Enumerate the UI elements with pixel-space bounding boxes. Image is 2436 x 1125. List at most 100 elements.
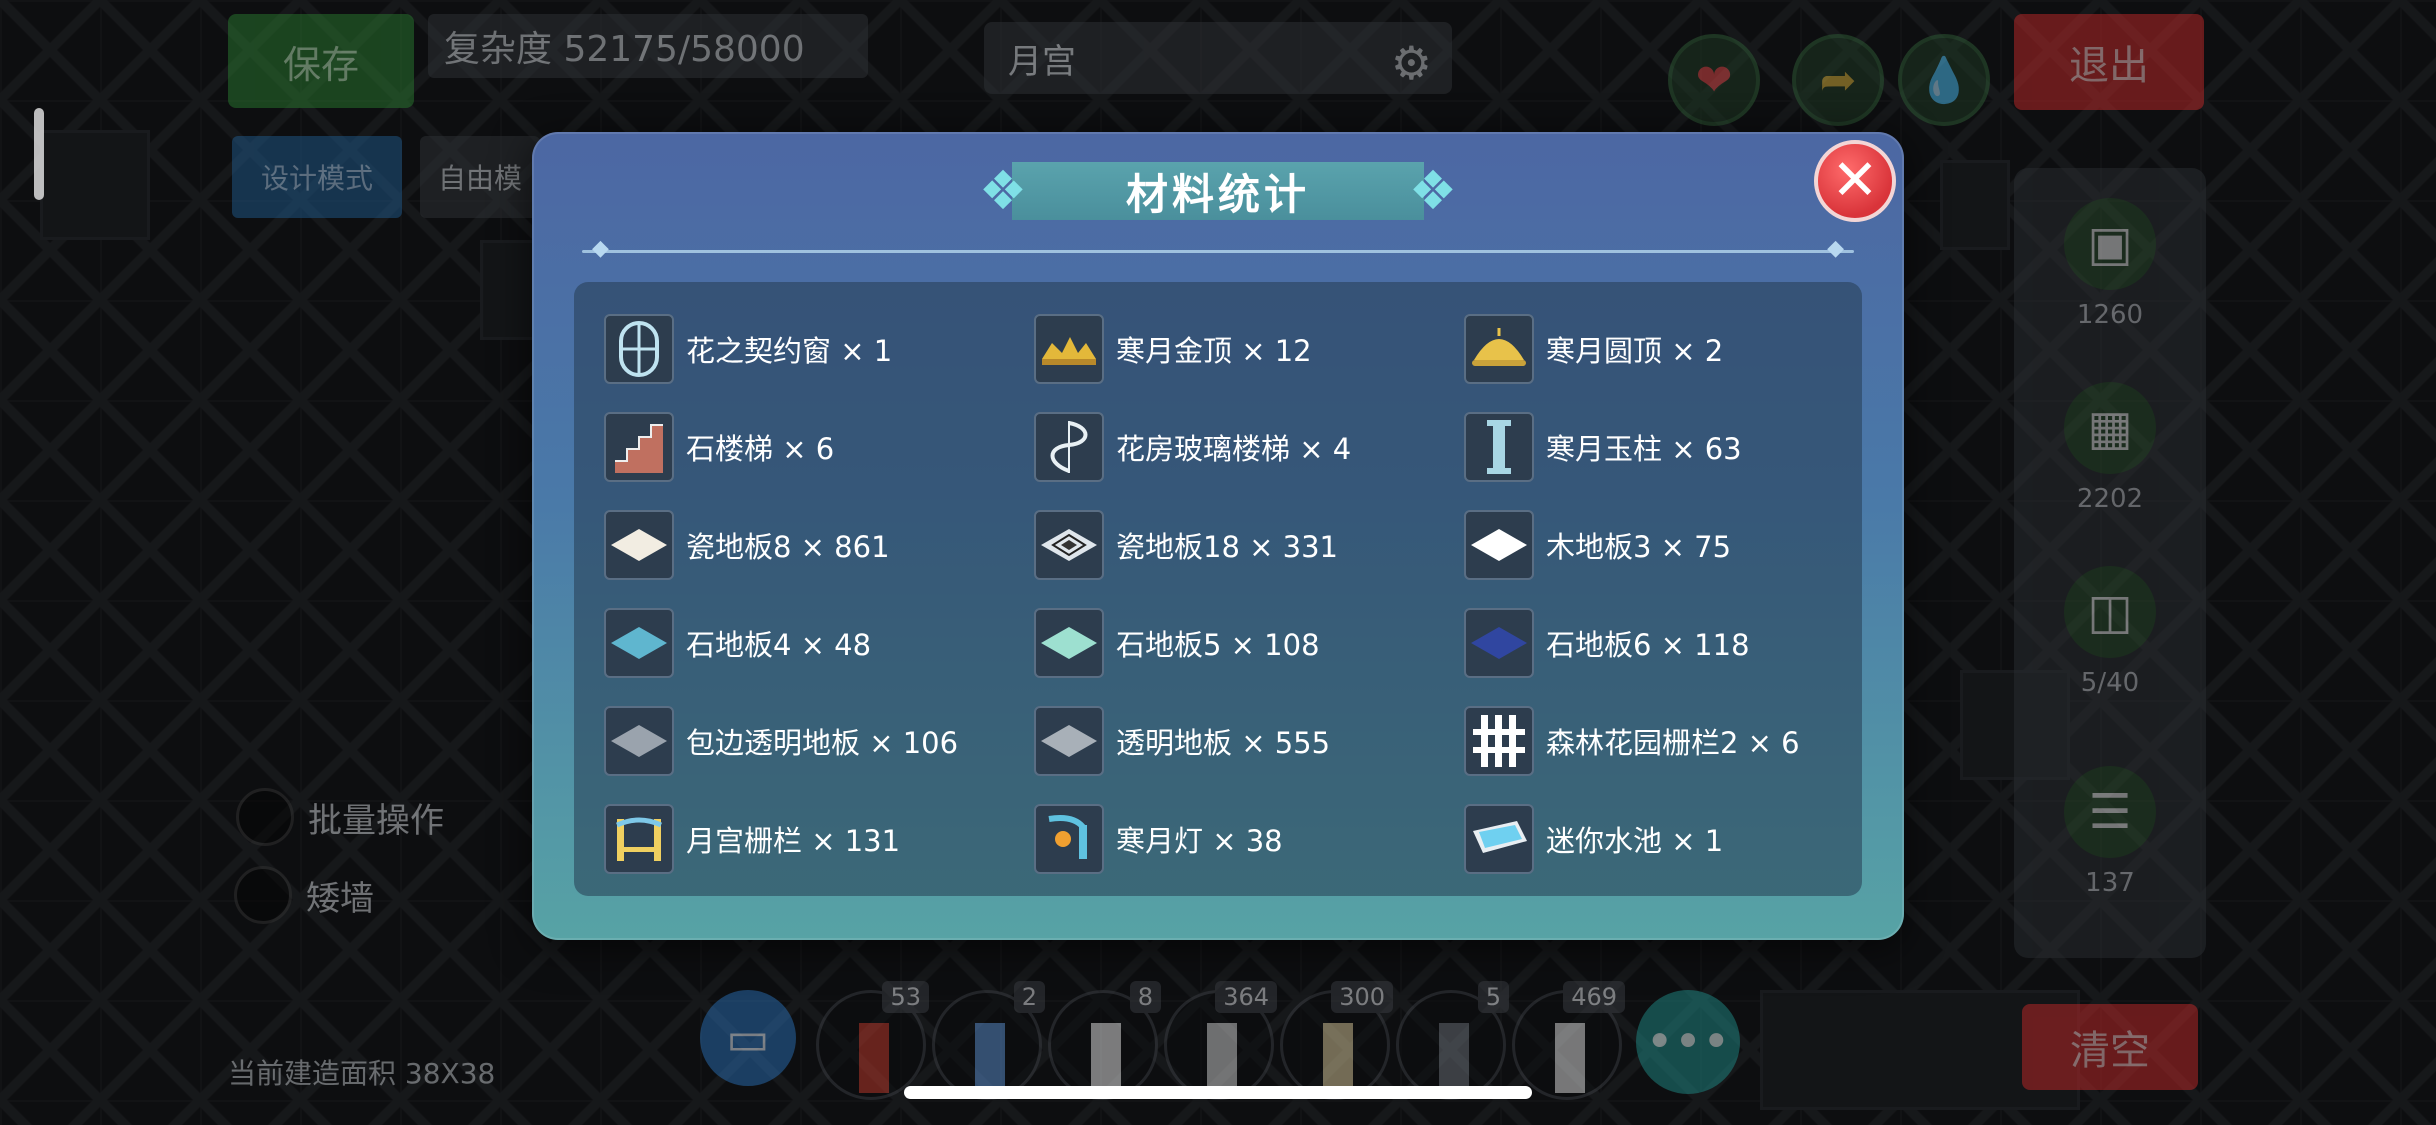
gold-roof-icon: [1034, 314, 1104, 384]
clear-button[interactable]: 清空: [2022, 1004, 2198, 1090]
material-item: 石楼梯 × 6: [604, 398, 1034, 496]
item-toolbar: ▭ 53 2 8 364 300 5 469 •••: [700, 980, 1750, 1120]
material-item: 寒月灯 × 38: [1034, 790, 1464, 888]
eraser-button[interactable]: ▭: [700, 990, 796, 1086]
slot-count: 469: [1563, 981, 1625, 1013]
close-icon: ✕: [1831, 148, 1879, 213]
material-item: 花之契约窗 × 1: [604, 300, 1034, 398]
material-item: 瓷地板18 × 331: [1034, 496, 1464, 594]
material-label: 石地板4 × 48: [686, 628, 872, 662]
category-door[interactable]: ◫ 5/40: [2014, 566, 2206, 698]
pattern-floor-icon: [1034, 510, 1104, 580]
glass-floor-icon: [1034, 706, 1104, 776]
toolbar-slot[interactable]: 300: [1280, 981, 1393, 1100]
material-item: 花房玻璃楼梯 × 4: [1034, 398, 1464, 496]
share-button[interactable]: ➦: [1792, 34, 1884, 126]
material-item: 透明地板 × 555: [1034, 692, 1464, 790]
material-label: 木地板3 × 75: [1546, 530, 1732, 564]
material-item: 迷你水池 × 1: [1464, 790, 1864, 888]
share-icon: ➦: [1819, 54, 1857, 106]
material-grid: 花之契约窗 × 1 寒月金顶 × 12 寒月圆顶 × 2 石楼梯 × 6 花房玻璃楼梯 …: [604, 300, 1864, 888]
material-label: 花房玻璃楼梯 × 4: [1116, 432, 1352, 466]
item-preview: [1323, 1023, 1353, 1093]
more-button[interactable]: •••: [1636, 990, 1740, 1094]
item-preview: [1207, 1023, 1237, 1093]
toolbar-slot[interactable]: 364: [1164, 981, 1277, 1100]
category-count: 1260: [2076, 300, 2144, 330]
dialog-title-banner: ❖ ❖ 材料统计: [972, 156, 1464, 226]
drop-icon: 💧: [1916, 55, 1972, 106]
material-label: 寒月灯 × 38: [1116, 824, 1283, 858]
material-item: 石地板4 × 48: [604, 594, 1034, 692]
item-preview: [1439, 1023, 1469, 1093]
category-wall[interactable]: ▦ 2202: [2014, 382, 2206, 514]
low-wall-radio[interactable]: [234, 866, 292, 924]
spiral-stairs-icon: [1034, 412, 1104, 482]
dome-icon: [1464, 314, 1534, 384]
stone-stairs-icon: [604, 412, 674, 482]
gear-icon[interactable]: ⚙: [1391, 36, 1432, 90]
toolbar-slot[interactable]: 5: [1396, 981, 1509, 1100]
material-label: 瓷地板18 × 331: [1116, 530, 1338, 564]
material-label: 石地板6 × 118: [1546, 628, 1750, 662]
material-label: 月宫栅栏 × 131: [686, 824, 901, 858]
item-preview: [859, 1023, 889, 1093]
low-wall-label: 矮墙: [306, 878, 374, 919]
close-button[interactable]: ✕: [1814, 140, 1896, 222]
toolbar-slot[interactable]: 8: [1048, 981, 1161, 1100]
material-item: 森林花园栅栏2 × 6: [1464, 692, 1864, 790]
material-item: 月宫栅栏 × 131: [604, 790, 1034, 888]
door-category-icon: ◫: [2064, 566, 2156, 658]
material-label: 瓷地板8 × 861: [686, 530, 890, 564]
material-item: 石地板6 × 118: [1464, 594, 1864, 692]
exit-button[interactable]: 退出: [2014, 14, 2204, 110]
lamp-icon: [1034, 804, 1104, 874]
material-stats-dialog: ❖ ❖ 材料统计 ✕ 花之契约窗 × 1 寒月金顶 × 12 寒月圆顶 × 2 石楼梯…: [532, 132, 1904, 940]
free-mode-button[interactable]: 自由模: [420, 136, 540, 218]
ornament-right-icon: ❖: [1408, 159, 1458, 222]
tile-floor-icon: [604, 510, 674, 580]
batch-label: 批量操作: [308, 800, 444, 841]
material-item: 寒月金顶 × 12: [1034, 300, 1464, 398]
batch-radio[interactable]: [236, 788, 294, 846]
design-mode-button[interactable]: 设计模式: [232, 136, 402, 218]
slot-count: 8: [1129, 981, 1161, 1013]
slot-count: 5: [1477, 981, 1509, 1013]
material-list-panel: 花之契约窗 × 1 寒月金顶 × 12 寒月圆顶 × 2 石楼梯 × 6 花房玻璃楼梯 …: [574, 282, 1862, 896]
wood-floor-icon: [1464, 510, 1534, 580]
low-wall-toggle[interactable]: 矮墙: [234, 866, 374, 924]
category-roof[interactable]: ▣ 1260: [2014, 198, 2206, 330]
category-decor[interactable]: ☰ 137: [2014, 766, 2206, 898]
ornament-left-icon: ❖: [978, 159, 1028, 222]
material-label: 包边透明地板 × 106: [686, 726, 959, 760]
material-item: 木地板3 × 75: [1464, 496, 1864, 594]
pool-icon: [1464, 804, 1534, 874]
window-icon: [604, 314, 674, 384]
stone-floor-icon: [604, 608, 674, 678]
category-count: 2202: [2076, 484, 2144, 514]
heart-button[interactable]: ❤: [1668, 34, 1760, 126]
material-label: 寒月玉柱 × 63: [1546, 432, 1742, 466]
brick-category-icon: ▦: [2064, 382, 2156, 474]
complexity-counter: 复杂度 52175/58000: [428, 14, 868, 78]
build-name-text: 月宫: [1008, 41, 1076, 82]
scroll-indicator: [34, 108, 44, 200]
home-indicator[interactable]: [904, 1086, 1532, 1099]
build-name-field[interactable]: 月宫 ⚙: [984, 22, 1452, 94]
stone-floor-icon: [1464, 608, 1534, 678]
material-label: 迷你水池 × 1: [1546, 824, 1724, 858]
decor-category-icon: ☰: [2064, 766, 2156, 858]
material-item: 寒月玉柱 × 63: [1464, 398, 1864, 496]
save-button[interactable]: 保存: [228, 14, 414, 108]
batch-operation-toggle[interactable]: 批量操作: [236, 788, 444, 846]
material-label: 寒月圆顶 × 2: [1546, 334, 1724, 368]
water-button[interactable]: 💧: [1898, 34, 1990, 126]
item-preview: [1091, 1023, 1121, 1093]
eraser-icon: ▭: [726, 1011, 770, 1065]
material-label: 透明地板 × 555: [1116, 726, 1331, 760]
toolbar-slot[interactable]: 53: [816, 981, 929, 1100]
dialog-title: 材料统计: [1125, 169, 1310, 219]
material-label: 森林花园栅栏2 × 6: [1546, 726, 1800, 760]
toolbar-slot[interactable]: 469: [1512, 981, 1625, 1100]
toolbar-slot[interactable]: 2: [932, 981, 1045, 1100]
